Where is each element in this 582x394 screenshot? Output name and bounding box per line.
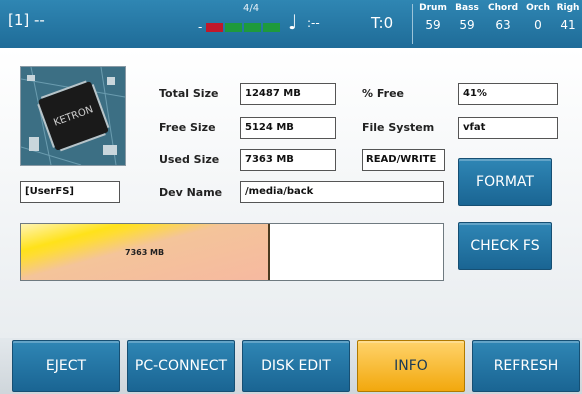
eject-button[interactable]: EJECT <box>12 340 120 392</box>
used-size-label: Used Size <box>159 153 220 166</box>
used-size-field: 7363 MB <box>240 149 336 171</box>
info-button[interactable]: INFO <box>357 340 465 392</box>
device-chip-image: KETRON <box>20 66 126 166</box>
check-fs-button[interactable]: CHECK FS <box>458 222 552 270</box>
disk-usage-text: 7363 MB <box>125 248 165 257</box>
dev-name-label: Dev Name <box>159 186 223 199</box>
track-chord: Chord 63 <box>488 3 519 32</box>
slot-indicator: [1] -- <box>8 11 45 29</box>
beat-led-1 <box>206 23 223 32</box>
time-signature: 4/4 <box>243 3 260 14</box>
percent-free-field: 41% <box>458 83 558 105</box>
format-button[interactable]: FORMAT <box>458 158 552 206</box>
total-size-label: Total Size <box>159 87 219 100</box>
free-size-field: 5124 MB <box>240 117 336 139</box>
mode-field: READ/WRITE <box>362 149 445 171</box>
beat-meter <box>206 23 281 32</box>
track-drum: Drum 59 <box>419 3 447 32</box>
track-bass: Bass 59 <box>455 3 479 32</box>
divider <box>412 4 413 44</box>
quarter-note-icon: ♩ <box>288 10 298 34</box>
free-size-label: Free Size <box>159 121 216 134</box>
refresh-button[interactable]: REFRESH <box>472 340 580 392</box>
beat-dash: - <box>198 20 203 34</box>
track-orch: Orch 0 <box>526 3 550 32</box>
percent-free-label: % Free <box>362 87 405 100</box>
beat-led-3 <box>244 23 261 32</box>
transpose-value: T:0 <box>371 14 394 32</box>
track-right: Righ 41 <box>556 3 580 32</box>
tempo-value: :-- <box>307 16 320 30</box>
status-bar: [1] -- - 4/4 ♩ :-- T:0 Drum 59 Bass 59 C… <box>0 0 582 48</box>
beat-led-2 <box>225 23 242 32</box>
dev-name-field: /media/back <box>240 181 444 203</box>
total-size-field: 12487 MB <box>240 83 336 105</box>
pc-connect-button[interactable]: PC-CONNECT <box>127 340 235 392</box>
beat-led-4 <box>263 23 280 32</box>
device-name-field: [UserFS] <box>20 181 120 203</box>
file-system-field: vfat <box>458 117 558 139</box>
disk-usage-bar: 7363 MB <box>20 223 444 281</box>
file-system-label: File System <box>362 121 435 134</box>
disk-edit-button[interactable]: DISK EDIT <box>242 340 350 392</box>
